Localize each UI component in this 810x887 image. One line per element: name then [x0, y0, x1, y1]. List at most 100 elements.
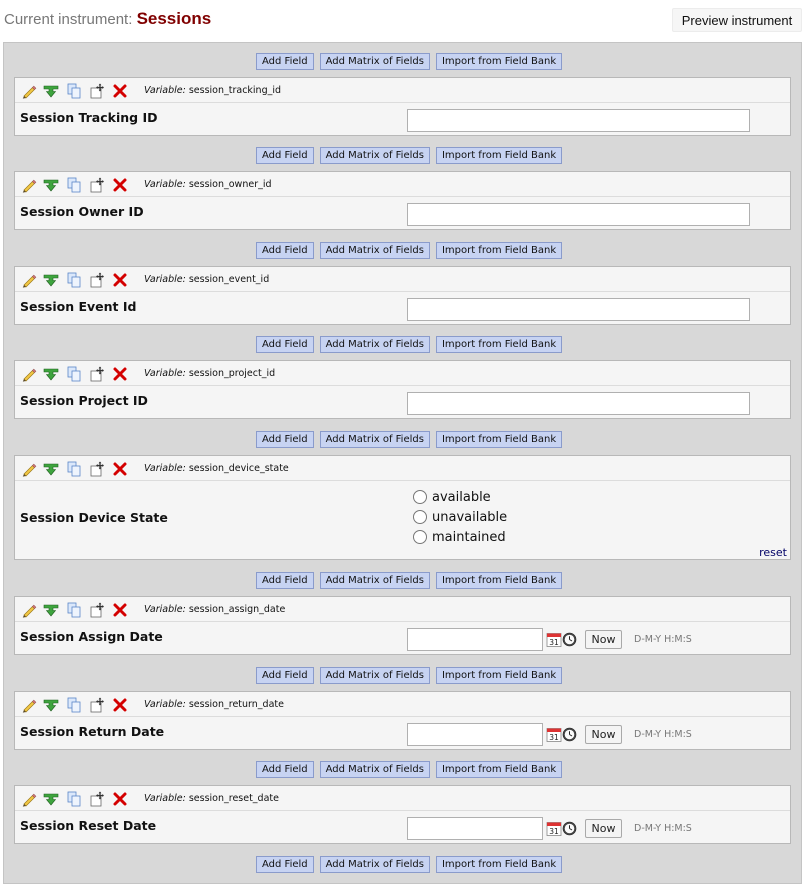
field-action-bar: Variable: session_project_id — [15, 361, 790, 386]
move-field-icon[interactable] — [89, 461, 105, 477]
edit-pencil-icon[interactable] — [21, 177, 37, 193]
radio-button[interactable] — [413, 530, 427, 544]
now-button[interactable]: Now — [585, 725, 622, 744]
calendar-icon[interactable] — [546, 632, 562, 647]
import-field-bank-button[interactable]: Import from Field Bank — [435, 761, 563, 778]
radio-option-label[interactable]: unavailable — [432, 510, 507, 525]
delete-field-icon[interactable] — [112, 602, 128, 618]
copy-field-icon[interactable] — [66, 602, 82, 618]
import-field-bank-button[interactable]: Import from Field Bank — [435, 667, 563, 684]
import-field-bank-button[interactable]: Import from Field Bank — [435, 53, 563, 70]
field-block-session-tracking-id: Variable: session_tracking_id Session Tra… — [14, 77, 791, 136]
radio-option[interactable]: unavailable — [413, 509, 507, 525]
add-field-button[interactable]: Add Field — [256, 856, 314, 873]
add-matrix-button[interactable]: Add Matrix of Fields — [319, 667, 430, 684]
add-matrix-button[interactable]: Add Matrix of Fields — [319, 336, 430, 353]
field-text-input[interactable] — [407, 392, 750, 415]
delete-field-icon[interactable] — [112, 461, 128, 477]
add-field-button[interactable]: Add Field — [256, 336, 314, 353]
move-field-icon[interactable] — [89, 791, 105, 807]
preview-instrument-button[interactable]: Preview instrument — [672, 8, 802, 32]
delete-field-icon[interactable] — [112, 366, 128, 382]
field-text-input[interactable] — [407, 109, 750, 132]
add-matrix-button[interactable]: Add Matrix of Fields — [319, 572, 430, 589]
now-button[interactable]: Now — [585, 630, 622, 649]
branching-logic-icon[interactable] — [43, 177, 59, 193]
add-field-button[interactable]: Add Field — [256, 431, 314, 448]
add-field-row: Add Field Add Matrix of Fields Import from… — [256, 242, 563, 259]
radio-button[interactable] — [413, 510, 427, 524]
variable-name: session_reset_date — [188, 793, 279, 804]
import-field-bank-button[interactable]: Import from Field Bank — [435, 431, 563, 448]
copy-field-icon[interactable] — [66, 697, 82, 713]
add-matrix-button[interactable]: Add Matrix of Fields — [319, 761, 430, 778]
edit-pencil-icon[interactable] — [21, 83, 37, 99]
move-field-icon[interactable] — [89, 366, 105, 382]
edit-pencil-icon[interactable] — [21, 791, 37, 807]
copy-field-icon[interactable] — [66, 272, 82, 288]
add-field-button[interactable]: Add Field — [256, 572, 314, 589]
date-input[interactable] — [407, 817, 543, 840]
add-field-button[interactable]: Add Field — [256, 667, 314, 684]
delete-field-icon[interactable] — [112, 272, 128, 288]
add-matrix-button[interactable]: Add Matrix of Fields — [319, 242, 430, 259]
radio-option-label[interactable]: available — [432, 490, 491, 505]
branching-logic-icon[interactable] — [43, 697, 59, 713]
copy-field-icon[interactable] — [66, 177, 82, 193]
add-matrix-button[interactable]: Add Matrix of Fields — [319, 53, 430, 70]
calendar-icon[interactable] — [546, 821, 562, 836]
delete-field-icon[interactable] — [112, 791, 128, 807]
reset-link[interactable]: reset — [759, 546, 787, 559]
add-field-button[interactable]: Add Field — [256, 242, 314, 259]
branching-logic-icon[interactable] — [43, 366, 59, 382]
add-field-button[interactable]: Add Field — [256, 53, 314, 70]
copy-field-icon[interactable] — [66, 83, 82, 99]
move-field-icon[interactable] — [89, 272, 105, 288]
edit-pencil-icon[interactable] — [21, 697, 37, 713]
branching-logic-icon[interactable] — [43, 602, 59, 618]
copy-field-icon[interactable] — [66, 461, 82, 477]
clock-icon[interactable] — [562, 632, 577, 647]
edit-pencil-icon[interactable] — [21, 366, 37, 382]
field-block-session-project-id: Variable: session_project_id Session Proj… — [14, 360, 791, 419]
field-text-input[interactable] — [407, 203, 750, 226]
delete-field-icon[interactable] — [112, 83, 128, 99]
radio-option[interactable]: maintained — [413, 529, 506, 545]
edit-pencil-icon[interactable] — [21, 272, 37, 288]
move-field-icon[interactable] — [89, 602, 105, 618]
import-field-bank-button[interactable]: Import from Field Bank — [435, 572, 563, 589]
delete-field-icon[interactable] — [112, 697, 128, 713]
import-field-bank-button[interactable]: Import from Field Bank — [435, 336, 563, 353]
import-field-bank-button[interactable]: Import from Field Bank — [435, 242, 563, 259]
branching-logic-icon[interactable] — [43, 83, 59, 99]
copy-field-icon[interactable] — [66, 791, 82, 807]
clock-icon[interactable] — [562, 821, 577, 836]
radio-button[interactable] — [413, 490, 427, 504]
radio-option-label[interactable]: maintained — [432, 530, 506, 545]
date-input[interactable] — [407, 723, 543, 746]
clock-icon[interactable] — [562, 727, 577, 742]
radio-option[interactable]: available — [413, 489, 491, 505]
add-field-button[interactable]: Add Field — [256, 761, 314, 778]
add-matrix-button[interactable]: Add Matrix of Fields — [319, 431, 430, 448]
copy-field-icon[interactable] — [66, 366, 82, 382]
branching-logic-icon[interactable] — [43, 461, 59, 477]
now-button[interactable]: Now — [585, 819, 622, 838]
edit-pencil-icon[interactable] — [21, 602, 37, 618]
calendar-icon[interactable] — [546, 727, 562, 742]
field-text-input[interactable] — [407, 298, 750, 321]
add-matrix-button[interactable]: Add Matrix of Fields — [319, 147, 430, 164]
move-field-icon[interactable] — [89, 83, 105, 99]
instrument-header: Current instrument: Sessions Preview ins… — [0, 0, 810, 40]
import-field-bank-button[interactable]: Import from Field Bank — [435, 147, 563, 164]
import-field-bank-button[interactable]: Import from Field Bank — [435, 856, 563, 873]
add-field-button[interactable]: Add Field — [256, 147, 314, 164]
delete-field-icon[interactable] — [112, 177, 128, 193]
branching-logic-icon[interactable] — [43, 272, 59, 288]
add-matrix-button[interactable]: Add Matrix of Fields — [319, 856, 430, 873]
move-field-icon[interactable] — [89, 697, 105, 713]
branching-logic-icon[interactable] — [43, 791, 59, 807]
move-field-icon[interactable] — [89, 177, 105, 193]
edit-pencil-icon[interactable] — [21, 461, 37, 477]
date-input[interactable] — [407, 628, 543, 651]
